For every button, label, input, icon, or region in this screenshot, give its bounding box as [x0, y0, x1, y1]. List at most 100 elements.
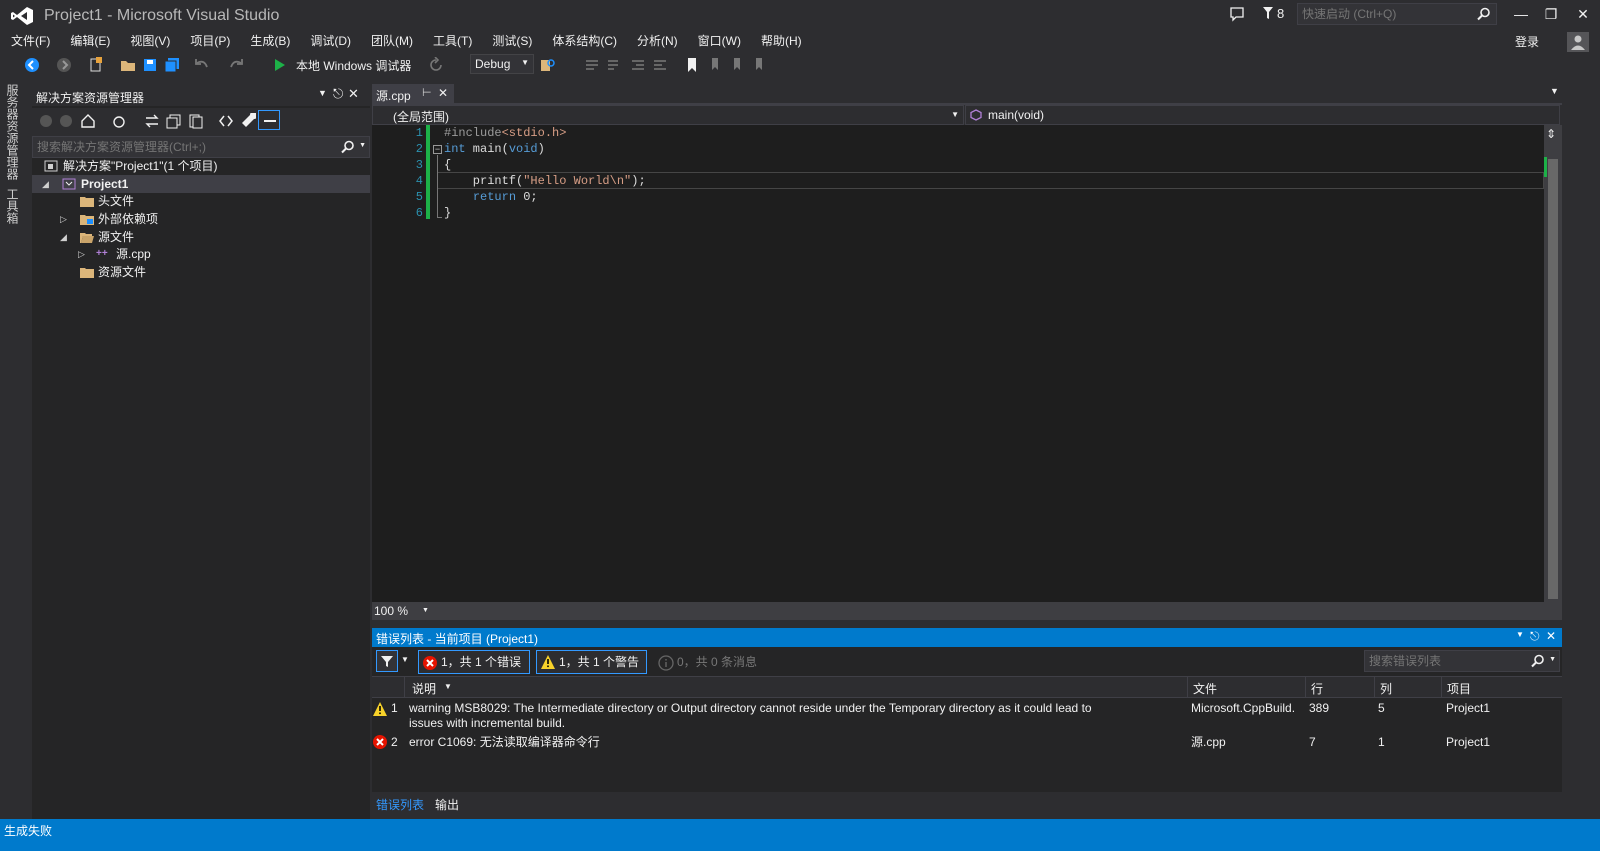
start-debug-icon[interactable] [272, 57, 288, 73]
pin-icon[interactable]: ⎋ [333, 86, 343, 102]
show-all-files-icon[interactable] [188, 113, 204, 129]
pin-tab-icon[interactable]: ⊢ [422, 86, 432, 99]
column-line[interactable]: 行 [1311, 680, 1323, 697]
column-separator[interactable] [1187, 676, 1188, 698]
preview-toggle-button[interactable] [258, 110, 280, 130]
decrease-indent-icon[interactable] [630, 57, 646, 73]
menu-debug[interactable]: 调试(D) [299, 31, 360, 51]
sync-icon[interactable] [144, 113, 160, 129]
member-dropdown[interactable]: main(void) [965, 105, 1560, 125]
menu-help[interactable]: 帮助(H) [750, 31, 811, 51]
collapsed-arrow-icon[interactable]: ▷ [60, 210, 67, 228]
close-tab-icon[interactable]: ✕ [438, 86, 448, 100]
redo-icon[interactable] [228, 57, 244, 73]
configuration-dropdown[interactable]: Debug ▼ [470, 54, 534, 74]
menu-view[interactable]: 视图(V) [119, 31, 179, 51]
collapse-all-icon[interactable] [166, 113, 182, 129]
increase-indent-icon[interactable] [652, 57, 668, 73]
tree-item-resource-files[interactable]: 资源文件 [32, 263, 370, 281]
scroll-thumb[interactable] [1548, 159, 1558, 599]
bookmark-icon[interactable] [684, 57, 700, 73]
menu-architecture[interactable]: 体系结构(C) [541, 31, 626, 51]
menu-project[interactable]: 项目(P) [179, 31, 239, 51]
close-button[interactable]: ✕ [1568, 4, 1598, 24]
tab-error-list[interactable]: 错误列表 [376, 796, 424, 813]
messages-toggle-button[interactable]: 0，共 0 条消息 [654, 650, 764, 674]
save-all-icon[interactable] [164, 57, 180, 73]
menu-edit[interactable]: 编辑(E) [59, 31, 119, 51]
zoom-level[interactable]: 100 % [374, 604, 408, 618]
toolbox-tab[interactable]: 工具箱 [4, 188, 21, 224]
collapsed-arrow-icon[interactable]: ▷ [78, 245, 85, 263]
tree-item-project[interactable]: ◢ Project1 [32, 175, 370, 193]
tree-item-source-files[interactable]: ◢ 源文件 [32, 228, 370, 246]
menu-window[interactable]: 窗口(W) [687, 31, 750, 51]
vertical-scrollbar[interactable]: ⇕ [1544, 125, 1562, 602]
scope-dropdown[interactable]: (全局范围) ▼ [372, 105, 964, 125]
column-separator[interactable] [404, 676, 405, 698]
panel-menu-chevron-icon[interactable]: ▼ [318, 88, 327, 98]
next-bookmark-icon[interactable] [728, 57, 744, 73]
minimize-button[interactable]: — [1506, 4, 1536, 24]
tree-item-header-files[interactable]: 头文件 [32, 192, 370, 210]
warnings-toggle-button[interactable]: 1，共 1 个警告 [536, 650, 647, 674]
menu-build[interactable]: 生成(B) [239, 31, 299, 51]
expanded-arrow-icon[interactable]: ◢ [42, 175, 49, 193]
tree-item-solution[interactable]: 解决方案"Project1"(1 个项目) [32, 157, 370, 175]
solution-search-box[interactable]: ▼ [32, 136, 370, 158]
uncomment-icon[interactable] [604, 57, 620, 73]
prev-bookmark-icon[interactable] [706, 57, 722, 73]
menu-team[interactable]: 团队(M) [360, 31, 422, 51]
pending-changes-icon[interactable] [112, 113, 128, 129]
back-icon[interactable] [38, 113, 54, 129]
back-icon[interactable] [24, 57, 40, 73]
quick-launch-box[interactable] [1297, 3, 1497, 25]
clear-bookmarks-icon[interactable] [750, 57, 766, 73]
forward-icon[interactable] [56, 57, 72, 73]
column-file[interactable]: 文件 [1193, 680, 1217, 697]
collapse-region-icon[interactable]: − [433, 145, 442, 154]
tree-item-source-cpp[interactable]: ▷ ++ 源.cpp [32, 245, 370, 263]
tree-item-external-deps[interactable]: ▷ 外部依赖项 [32, 210, 370, 228]
code-editor[interactable] [372, 125, 1544, 602]
quick-launch-input[interactable] [1302, 6, 1472, 22]
column-separator[interactable] [1441, 676, 1442, 698]
menu-test[interactable]: 测试(S) [481, 31, 541, 51]
home-icon[interactable] [80, 113, 96, 129]
account-icon[interactable] [1567, 32, 1589, 52]
start-debugger-label[interactable]: 本地 Windows 调试器 [296, 57, 411, 74]
undo-icon[interactable] [194, 57, 210, 73]
error-search-input[interactable] [1369, 654, 1529, 668]
tab-output[interactable]: 输出 [435, 796, 459, 813]
horizontal-scrollbar[interactable] [372, 602, 1562, 620]
column-description[interactable]: 说明 [412, 680, 436, 697]
notification-icon[interactable] [1229, 6, 1245, 22]
refresh-icon[interactable] [428, 57, 444, 73]
save-icon[interactable] [142, 57, 158, 73]
flag-icon[interactable] [1262, 6, 1274, 20]
sign-in-link[interactable]: 登录 [1515, 33, 1539, 50]
close-panel-icon[interactable]: ✕ [348, 86, 359, 102]
close-panel-icon[interactable]: ✕ [1546, 629, 1556, 643]
column-separator[interactable] [1374, 676, 1375, 698]
split-icon[interactable]: ⇕ [1546, 127, 1556, 141]
panel-menu-chevron-icon[interactable]: ▼ [1516, 630, 1524, 639]
pin-icon[interactable]: ⎋ [1530, 629, 1540, 644]
comment-icon[interactable] [584, 57, 600, 73]
expanded-arrow-icon[interactable]: ◢ [60, 228, 67, 246]
find-in-files-icon[interactable] [540, 57, 556, 73]
menu-analyze[interactable]: 分析(N) [626, 31, 687, 51]
properties-icon[interactable] [240, 113, 256, 129]
view-code-icon[interactable] [218, 113, 234, 129]
tab-list-chevron-icon[interactable]: ▼ [1550, 86, 1559, 96]
restore-button[interactable]: ❐ [1536, 4, 1566, 24]
column-project[interactable]: 项目 [1447, 680, 1471, 697]
filter-chevron-icon[interactable]: ▼ [401, 655, 409, 664]
column-separator[interactable] [1305, 676, 1306, 698]
errors-toggle-button[interactable]: 1，共 1 个错误 [418, 650, 530, 674]
solution-search-input[interactable] [37, 140, 327, 154]
forward-icon[interactable] [58, 113, 74, 129]
menu-file[interactable]: 文件(F) [0, 31, 59, 51]
zoom-chevron-icon[interactable]: ▼ [422, 607, 429, 614]
open-folder-icon[interactable] [120, 57, 136, 73]
